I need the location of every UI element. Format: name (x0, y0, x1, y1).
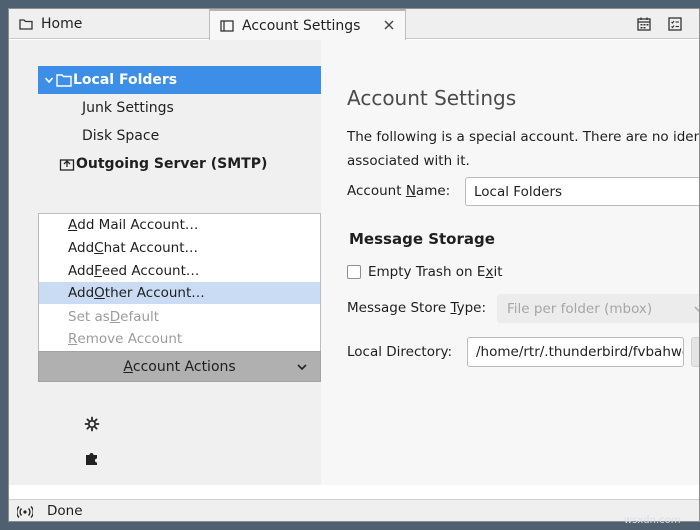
chevron-down-icon[interactable] (44, 75, 54, 85)
tree-item-label: Disk Space (82, 128, 160, 144)
menu-item-remove-account[interactable]: Remove Account (39, 328, 320, 350)
online-status-icon[interactable] (17, 505, 33, 519)
select-value: File per folder (mbox) (507, 300, 653, 317)
chevron-down-icon (297, 364, 307, 371)
access-key: F (94, 263, 102, 279)
local-directory-field[interactable]: /home/rtr/.thunderbird/fvbahwqa.default/… (467, 337, 684, 367)
account-name-label: Account Name: (347, 183, 450, 199)
menu-item-add-feed-account[interactable]: Add Feed Account… (39, 260, 320, 282)
account-actions-button[interactable]: Account Actions (38, 351, 321, 382)
settings-page-icon (220, 19, 234, 32)
access-key: C (94, 240, 104, 256)
browse-button[interactable] (691, 337, 699, 367)
menu-item-label: Set as (68, 309, 110, 325)
message-store-type-select[interactable]: File per folder (mbox) (497, 294, 699, 323)
menu-item-label: efault (120, 309, 160, 325)
chevron-down-icon (694, 306, 699, 313)
menu-item-add-mail-account[interactable]: Add Mail Account… (39, 214, 320, 236)
label-text: ype: (456, 300, 487, 316)
menu-item-add-chat-account[interactable]: Add Chat Account… (39, 237, 320, 259)
gear-icon[interactable] (84, 416, 100, 432)
menu-item-label: Add (68, 263, 95, 279)
label-text: Empty Trash on E (368, 264, 486, 280)
folder-icon (19, 19, 33, 30)
outbox-icon (59, 159, 75, 171)
menu-item-label: emove Account (77, 331, 183, 347)
account-actions-menu: Add Mail Account… Add Chat Account… Add … (38, 213, 321, 351)
menu-item-label: eed Account… (101, 263, 200, 279)
menu-item-add-other-account[interactable]: Add Other Account… (39, 282, 320, 304)
menu-item-label: hat Account… (103, 240, 198, 256)
calendar-icon[interactable] (636, 16, 652, 32)
menu-item-label: Add (68, 285, 95, 301)
account-settings-panel: Account Settings The following is a spec… (321, 40, 700, 485)
tasks-icon[interactable] (667, 16, 683, 32)
menu-item-set-as-default[interactable]: Set as Default (39, 306, 320, 328)
page-title: Account Settings (347, 86, 517, 110)
menu-item-label: ther Account… (104, 285, 205, 301)
label-text: ame: (415, 183, 451, 199)
status-bar: Done (9, 499, 699, 521)
message-storage-heading: Message Storage (349, 230, 495, 248)
tab-account-settings[interactable]: Account Settings (209, 9, 406, 40)
menu-item-label: Add (68, 240, 95, 256)
access-key: A (68, 217, 78, 233)
menu-item-label: dd Mail Account… (77, 217, 199, 233)
account-description-line2: associated with it. (347, 153, 470, 169)
tab-account-settings-label: Account Settings (242, 17, 361, 34)
folder-icon (56, 74, 72, 87)
account-tree-panel: Local Folders Junk Settings Disk Space O… (9, 40, 321, 485)
tree-item-label: Junk Settings (82, 100, 174, 116)
label-text: it (493, 264, 503, 280)
add-ons-icon[interactable] (84, 450, 100, 466)
button-label: ccount Actions (132, 358, 236, 375)
empty-trash-checkbox[interactable] (347, 265, 361, 279)
access-key: D (109, 309, 121, 325)
label-text: Account (347, 183, 406, 199)
message-store-type-label: Message Store Type: (347, 300, 486, 316)
status-text: Done (47, 503, 83, 519)
tree-item-local-folders[interactable]: Local Folders (38, 66, 321, 94)
access-key: N (405, 183, 416, 199)
label-text: Message Store (347, 300, 451, 316)
tree-item-outgoing-server[interactable]: Outgoing Server (SMTP) (59, 150, 267, 178)
tab-home-label: Home (41, 16, 83, 32)
access-key: O (94, 285, 105, 301)
tree-item-junk-settings[interactable]: Junk Settings (82, 94, 174, 122)
access-key: A (123, 358, 133, 375)
close-icon[interactable] (382, 18, 396, 32)
access-key: R (68, 331, 78, 347)
tree-item-label: Local Folders (73, 72, 178, 88)
tab-home[interactable]: Home (9, 9, 209, 39)
account-description-line1: The following is a special account. Ther… (347, 129, 700, 145)
thunderbird-window: Home Account Settings Local Folders Junk… (8, 8, 700, 522)
local-directory-label: Local Directory: (347, 344, 453, 360)
tree-item-label: Outgoing Server (SMTP) (76, 156, 268, 172)
account-name-field[interactable]: Local Folders (465, 177, 699, 206)
watermark: wsxdn.com (624, 515, 681, 526)
tab-bar: Home Account Settings (9, 9, 699, 40)
empty-trash-label[interactable]: Empty Trash on Exit (368, 264, 502, 280)
tree-item-disk-space[interactable]: Disk Space (82, 122, 159, 150)
